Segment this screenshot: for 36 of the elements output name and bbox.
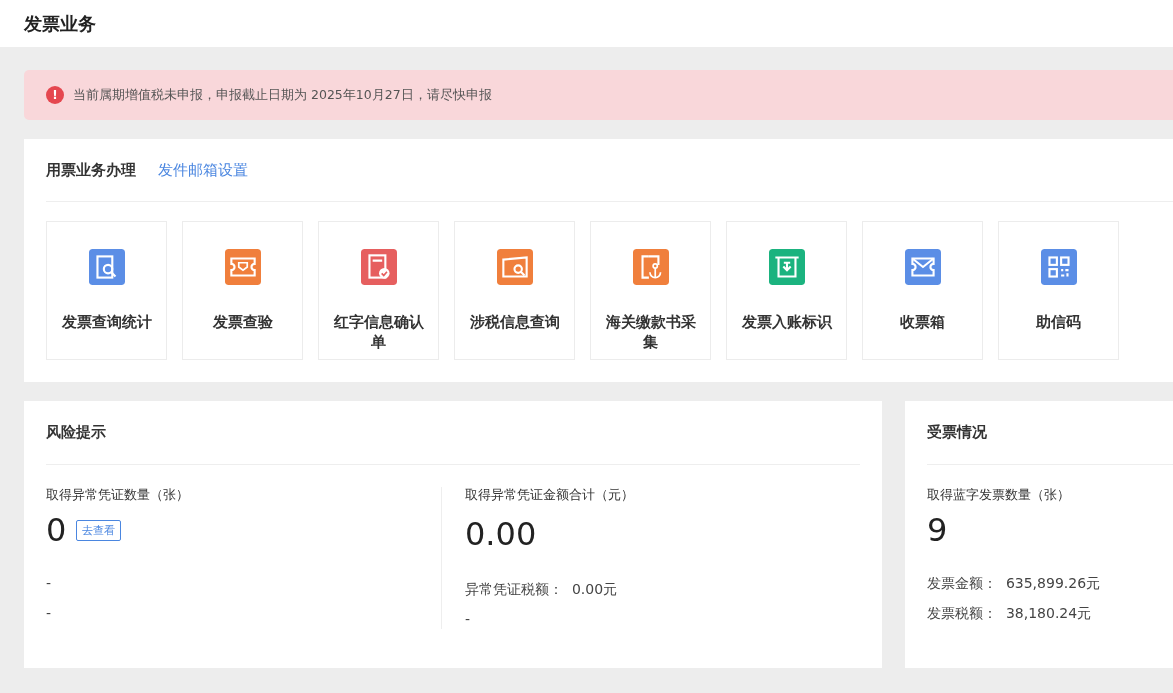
stat-label: 取得异常凭证数量（张） bbox=[46, 487, 190, 504]
stat-label: 取得异常凭证金额合计（元） bbox=[465, 487, 635, 504]
tile-label: 收票箱 bbox=[899, 312, 946, 332]
tile-label: 红字信息确认单 bbox=[332, 312, 425, 352]
card-title: 受票情况 bbox=[927, 423, 987, 442]
mailbox-settings-link[interactable]: 发件邮箱设置 bbox=[158, 160, 248, 180]
stat-value: 0.00 bbox=[465, 515, 537, 553]
service-tile[interactable]: 发票入账标识 bbox=[726, 221, 847, 360]
page-title: 发票业务 bbox=[24, 11, 96, 36]
stat-value: 0 bbox=[46, 511, 67, 549]
service-tile[interactable]: 助信码 bbox=[998, 221, 1119, 360]
service-tile[interactable]: 发票查验 bbox=[182, 221, 303, 360]
service-tile[interactable]: 发票查询统计 bbox=[46, 221, 167, 360]
service-tile[interactable]: 涉税信息查询 bbox=[454, 221, 575, 360]
service-tile[interactable]: 红字信息确认单 bbox=[318, 221, 439, 360]
stat-detail: - bbox=[465, 610, 472, 629]
stat-detail: - bbox=[46, 574, 53, 593]
alert-icon: ! bbox=[46, 86, 64, 104]
tile-label: 发票入账标识 bbox=[740, 312, 833, 332]
card-title: 用票业务办理 bbox=[46, 160, 136, 180]
service-tile[interactable]: 收票箱 bbox=[862, 221, 983, 360]
tile-label: 发票查验 bbox=[211, 312, 274, 332]
stat-value: 9 bbox=[927, 511, 948, 549]
stat-detail: 发票税额： 38,180.24元 bbox=[927, 604, 1093, 623]
tile-label: 涉税信息查询 bbox=[468, 312, 561, 332]
card-title: 风险提示 bbox=[46, 423, 106, 442]
alert-text: 当前属期增值税未申报，申报截止日期为 2025年10月27日，请尽快申报 bbox=[73, 86, 492, 104]
tile-label: 助信码 bbox=[1035, 312, 1082, 332]
tile-label: 海关缴款书采集 bbox=[604, 312, 697, 352]
stat-label: 取得蓝字发票数量（张） bbox=[927, 487, 1071, 504]
view-button[interactable]: 去查看 bbox=[76, 519, 122, 541]
stat-detail: 异常凭证税额： 0.00元 bbox=[465, 580, 619, 599]
service-tile[interactable]: 海关缴款书采集 bbox=[590, 221, 711, 360]
tile-label: 发票查询统计 bbox=[60, 312, 153, 332]
stat-detail: 发票金额： 635,899.26元 bbox=[927, 574, 1102, 593]
stat-detail: - bbox=[46, 604, 53, 623]
